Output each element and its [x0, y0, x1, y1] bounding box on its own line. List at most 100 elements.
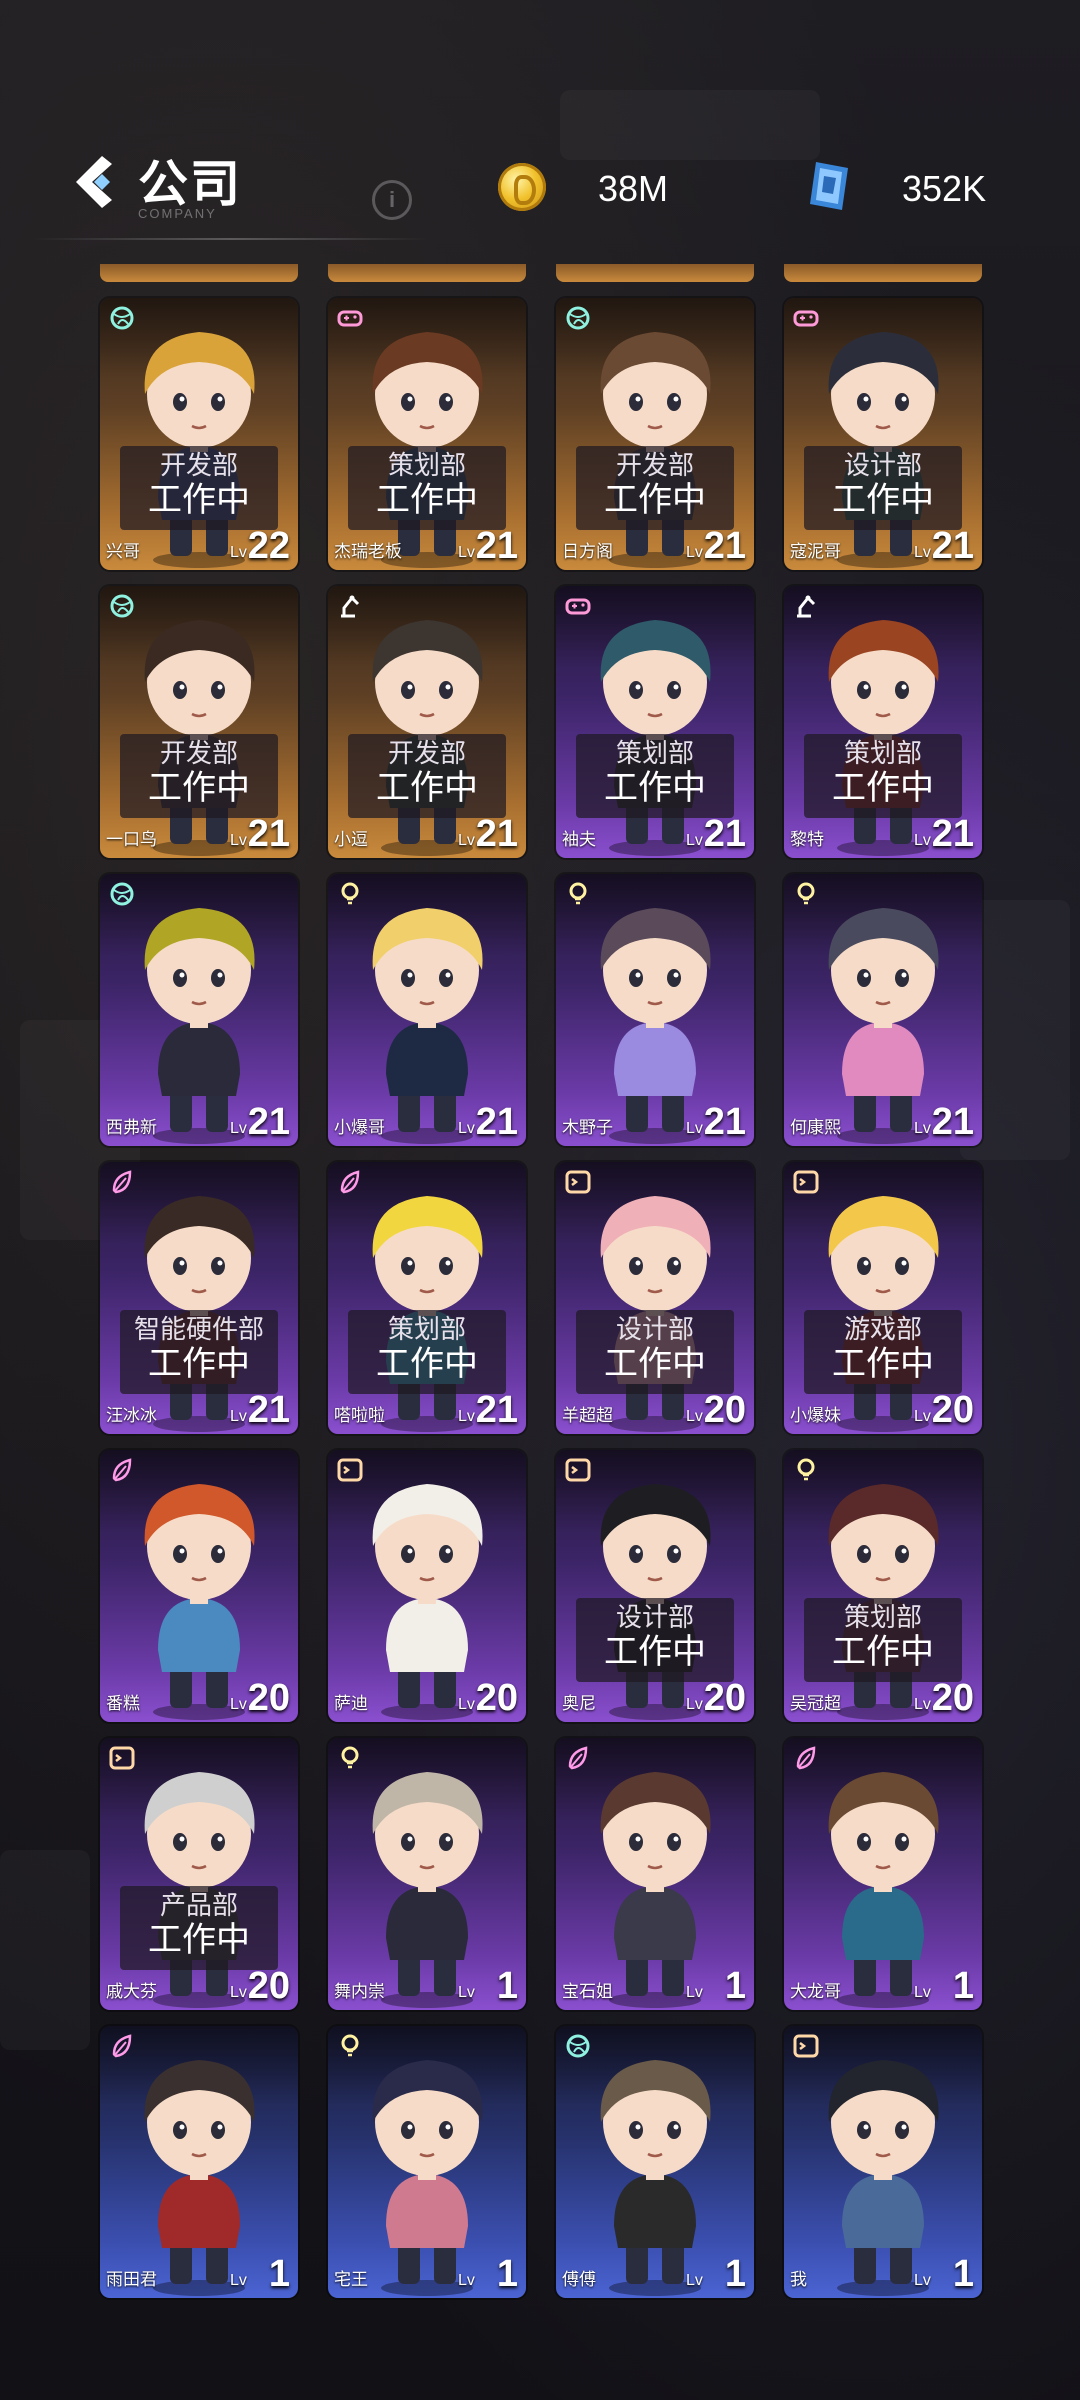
employee-name: 嗒啦啦 [334, 1406, 385, 1425]
employee-card[interactable]: 开发部 工作中 小逗 Lv 21 [328, 586, 526, 858]
employee-name: 木野子 [562, 1118, 613, 1137]
employee-card[interactable]: 策划部 工作中 嗒啦啦 Lv 21 [328, 1162, 526, 1434]
employee-card[interactable]: 策划部 工作中 杰瑞老板 Lv 21 [328, 298, 526, 570]
employee-card[interactable]: 策划部 工作中 袖夫 Lv 21 [556, 586, 754, 858]
level-number: 21 [931, 525, 974, 567]
employee-name: 小爆哥 [334, 1118, 385, 1137]
level-label: Lv [230, 1984, 247, 2001]
level-number: 21 [703, 525, 746, 567]
level-label: Lv [686, 2272, 703, 2289]
bulb-icon [797, 1458, 815, 1481]
employee-card[interactable]: 产品部 工作中 戚大芬 Lv 20 [100, 1738, 298, 2010]
arm-icon [341, 595, 360, 618]
level-number: 1 [724, 1965, 746, 2007]
work-status-label: 工作中 [604, 1633, 706, 1671]
employee-name: 戚大芬 [106, 1982, 157, 2001]
employee-name: 汪冰冰 [106, 1406, 157, 1425]
department-label: 策划部 [843, 1602, 922, 1632]
employee-grid: 开发部 工作中 兴哥Lv22 策划部 工作中 杰瑞老板Lv21 开发部 [0, 0, 1080, 2400]
work-status-badge: 开发部 工作中 [348, 734, 506, 818]
partial-card-bottom [100, 264, 298, 282]
employee-card[interactable]: 萨迪 Lv 20 [328, 1450, 526, 1722]
level-label: Lv [914, 1984, 931, 2001]
employee-card[interactable]: 雨田君 Lv 1 [100, 2026, 298, 2298]
employee-card[interactable]: 游戏部 工作中 小爆妹 Lv 20 [784, 1162, 982, 1434]
level-number: 21 [931, 813, 974, 855]
employee-card[interactable]: 宝石姐 Lv 1 [556, 1738, 754, 2010]
globe-icon [566, 306, 590, 330]
employee-card[interactable]: 设计部 工作中 奥尼 Lv 20 [556, 1450, 754, 1722]
level-label: Lv [914, 1120, 931, 1137]
level-number: 21 [247, 1389, 290, 1431]
level-label: Lv [458, 1120, 475, 1137]
level-number: 1 [496, 1965, 518, 2007]
feather-icon [796, 1746, 816, 1770]
level-label: Lv [458, 1696, 475, 1713]
employee-card[interactable]: 何康熙 Lv 21 [784, 874, 982, 1146]
employee-card[interactable]: 我 Lv 1 [784, 2026, 982, 2298]
level-number: 21 [247, 1101, 290, 1143]
terminal-icon [793, 1170, 819, 1194]
employee-card[interactable]: 宅王 Lv 1 [328, 2026, 526, 2298]
work-status-label: 工作中 [376, 481, 478, 519]
work-status-label: 工作中 [148, 481, 250, 519]
department-label: 开发部 [159, 738, 238, 768]
work-status-label: 工作中 [604, 1345, 706, 1383]
level-number: 20 [475, 1677, 518, 1719]
employee-card[interactable]: 智能硬件部 工作中 汪冰冰 Lv 21 [100, 1162, 298, 1434]
employee-card[interactable]: 开发部 工作中 一口鸟 Lv 21 [100, 586, 298, 858]
employee-card[interactable]: 傅傅 Lv 1 [556, 2026, 754, 2298]
employee-card[interactable]: 木野子 Lv 21 [556, 874, 754, 1146]
department-label: 智能硬件部 [133, 1314, 264, 1344]
level-number: 21 [247, 813, 290, 855]
department-label: 策划部 [843, 738, 922, 768]
level-label: Lv [686, 1120, 703, 1137]
employee-card[interactable]: 番糕 Lv 20 [100, 1450, 298, 1722]
employee-name: 杰瑞老板 [334, 542, 402, 561]
employee-card[interactable]: 开发部 工作中 兴哥 Lv 22 [100, 298, 298, 570]
employee-card[interactable]: 策划部 工作中 吴冠超 Lv 20 [784, 1450, 982, 1722]
work-status-label: 工作中 [376, 769, 478, 807]
work-status-badge: 设计部 工作中 [804, 446, 962, 530]
department-label: 游戏部 [843, 1314, 922, 1344]
department-label: 设计部 [615, 1602, 694, 1632]
level-label: Lv [458, 832, 475, 849]
employee-name: 奥尼 [562, 1694, 596, 1713]
employee-name: 寇泥哥 [790, 542, 841, 561]
terminal-icon [565, 1170, 591, 1194]
level-number: 1 [268, 2253, 290, 2295]
partial-card-bottom [556, 264, 754, 282]
terminal-icon [565, 1458, 591, 1482]
bulb-icon [341, 882, 359, 905]
level-label: Lv [458, 544, 475, 561]
employee-card[interactable]: 大龙哥 Lv 1 [784, 1738, 982, 2010]
feather-icon [568, 1746, 588, 1770]
work-status-label: 工作中 [148, 1345, 250, 1383]
terminal-icon [337, 1458, 363, 1482]
level-label: Lv [914, 832, 931, 849]
level-label: Lv [914, 1696, 931, 1713]
level-number: 20 [703, 1677, 746, 1719]
employee-name: 小逗 [334, 830, 368, 849]
level-label: Lv [914, 544, 931, 561]
level-label: Lv [458, 2272, 475, 2289]
employee-card[interactable]: 策划部 工作中 黎特 Lv 21 [784, 586, 982, 858]
arm-icon [797, 595, 816, 618]
employee-name: 舞内崇 [334, 1982, 385, 2001]
employee-name: 番糕 [106, 1694, 140, 1713]
employee-card[interactable]: 小爆哥 Lv 21 [328, 874, 526, 1146]
level-number: 21 [475, 1389, 518, 1431]
level-number: 21 [931, 1101, 974, 1143]
work-status-badge: 开发部 工作中 [576, 446, 734, 530]
level-number: 21 [703, 1101, 746, 1143]
employee-card[interactable]: 开发部 工作中 日方阁 Lv 21 [556, 298, 754, 570]
level-number: 20 [703, 1389, 746, 1431]
gamepad-icon [337, 310, 363, 327]
employee-card[interactable]: 设计部 工作中 寇泥哥 Lv 21 [784, 298, 982, 570]
work-status-label: 工作中 [832, 769, 934, 807]
employee-card[interactable]: 设计部 工作中 羊超超 Lv 20 [556, 1162, 754, 1434]
partial-card-bottom [784, 264, 982, 282]
employee-card[interactable]: 西弗新 Lv 21 [100, 874, 298, 1146]
employee-card[interactable]: 舞内崇 Lv 1 [328, 1738, 526, 2010]
employee-name: 宝石姐 [562, 1982, 613, 2001]
